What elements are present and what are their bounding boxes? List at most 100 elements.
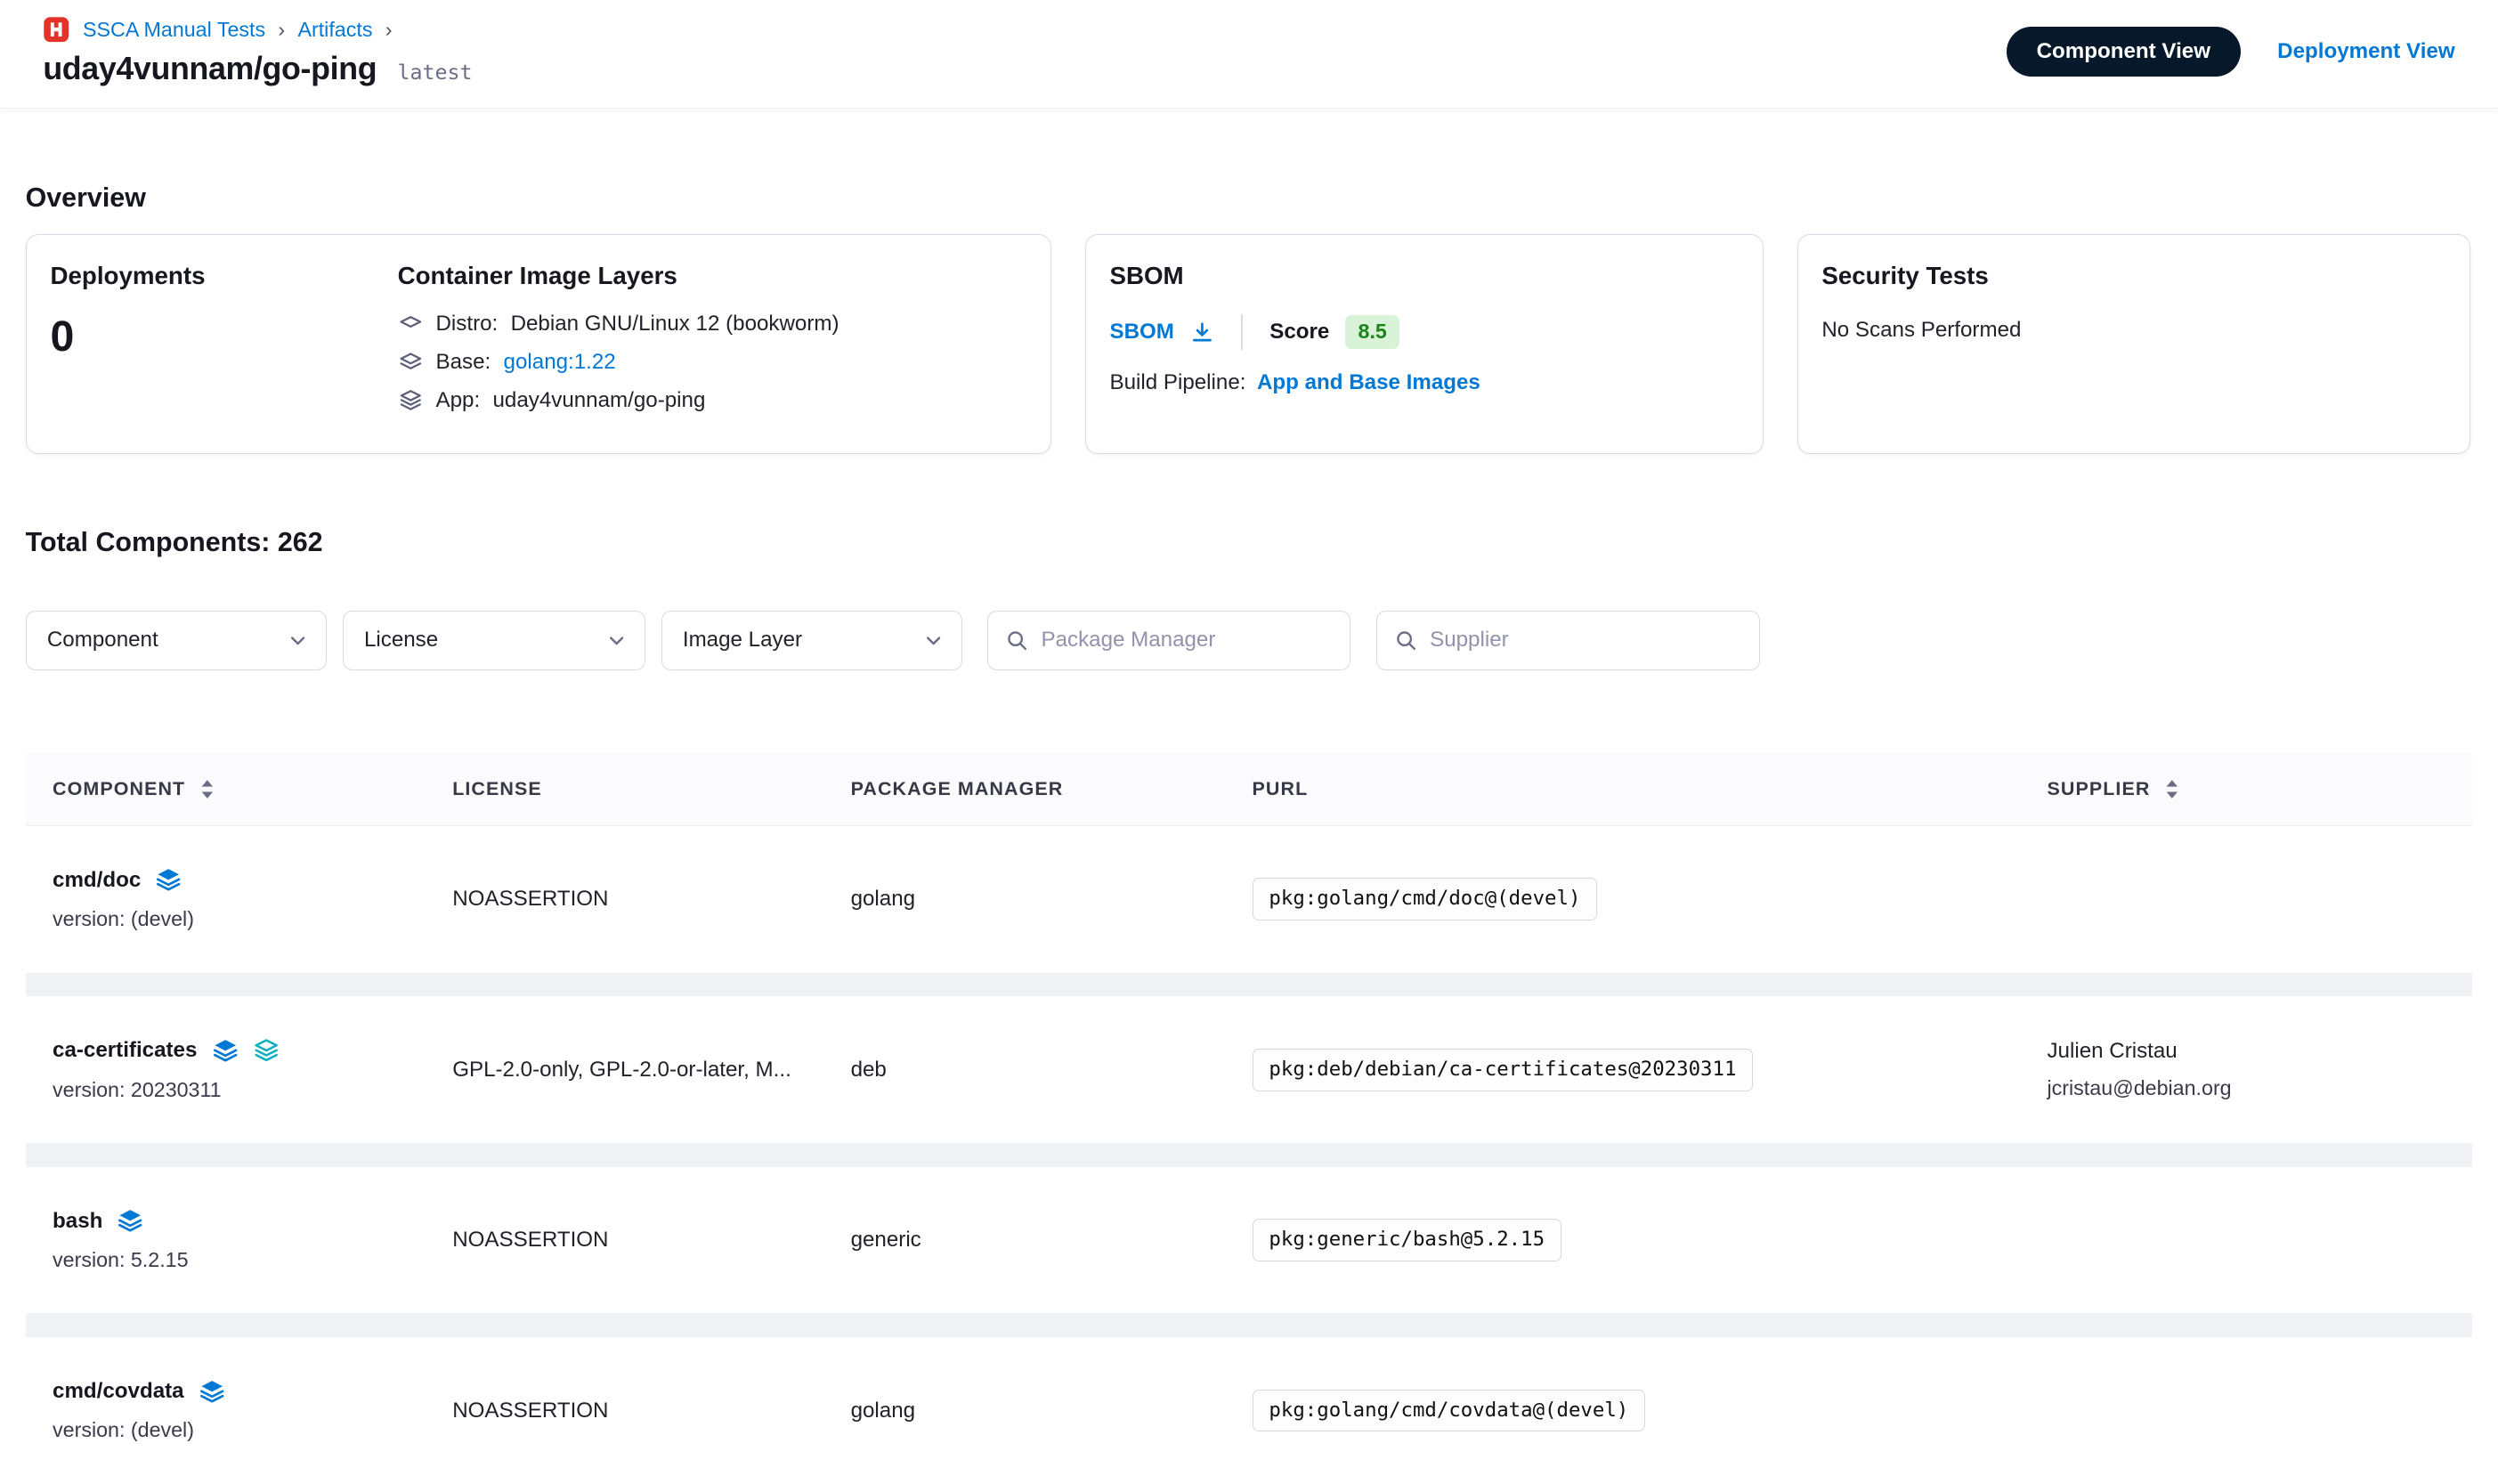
- base-line: Base: golang:1.22: [398, 350, 839, 376]
- base-label: Base:: [436, 350, 491, 375]
- search-icon: [1006, 629, 1028, 652]
- build-pipeline-row: Build Pipeline: App and Base Images: [1109, 370, 1739, 395]
- score-label: Score: [1269, 320, 1329, 345]
- layer-triple-icon: [398, 388, 424, 414]
- purl-chip[interactable]: pkg:deb/debian/ca-certificates@20230311: [1253, 1049, 1754, 1091]
- overview-heading: Overview: [26, 182, 2473, 214]
- deployments-section: Deployments 0: [50, 262, 397, 426]
- table-row[interactable]: bash version: 5.2.15 NOASSERTION generic…: [26, 1167, 2473, 1314]
- app-value: uday4vunnam/go-ping: [492, 388, 705, 413]
- supplier-search-input[interactable]: [1430, 628, 1742, 653]
- package-manager-searchbox: [987, 611, 1350, 669]
- overview-cards: Deployments 0 Container Image Layers Dis…: [26, 234, 2473, 454]
- table-row[interactable]: ca-certificates version: 20230311 GPL-2.…: [26, 996, 2473, 1143]
- component-name: cmd/doc: [53, 868, 141, 893]
- image-layer-filter-dropdown[interactable]: Image Layer: [661, 611, 962, 669]
- purl-chip[interactable]: pkg:golang/cmd/covdata@(devel): [1253, 1390, 1646, 1432]
- breadcrumb-separator: ›: [385, 18, 393, 42]
- search-icon: [1395, 629, 1417, 652]
- column-header-purl: PURL: [1253, 778, 2048, 800]
- column-header-component[interactable]: COMPONENT: [26, 778, 453, 800]
- deployment-view-link[interactable]: Deployment View: [2277, 39, 2454, 64]
- deployments-count: 0: [50, 312, 397, 361]
- component-filter-label: Component: [47, 628, 158, 653]
- score-badge: 8.5: [1345, 315, 1399, 350]
- distro-line: Distro: Debian GNU/Linux 12 (bookworm): [398, 312, 839, 337]
- view-toggle: Component View Deployment View: [2007, 27, 2455, 76]
- component-version: version: (devel): [53, 907, 452, 931]
- component-view-button[interactable]: Component View: [2007, 27, 2241, 76]
- download-icon[interactable]: [1190, 320, 1214, 345]
- breadcrumb-link-artifacts[interactable]: Artifacts: [297, 18, 372, 42]
- components-table: COMPONENT LICENSE PACKAGE MANAGER PURL S…: [26, 753, 2473, 1484]
- purl-cell: pkg:generic/bash@5.2.15: [1253, 1219, 2048, 1261]
- sort-icon[interactable]: [2163, 778, 2181, 800]
- layer-single-icon: [398, 312, 424, 337]
- app-label: App:: [436, 388, 481, 413]
- supplier-name: Julien Cristau: [2047, 1039, 2472, 1064]
- supplier-cell: Julien Cristau jcristau@debian.org: [2047, 1039, 2472, 1100]
- container-image-layers-label: Container Image Layers: [398, 262, 839, 290]
- purl-cell: pkg:golang/cmd/doc@(devel): [1253, 878, 2048, 920]
- distro-label: Distro:: [436, 312, 499, 337]
- purl-chip[interactable]: pkg:generic/bash@5.2.15: [1253, 1219, 1561, 1261]
- column-header-label: PURL: [1253, 778, 1309, 800]
- component-version: version: (devel): [53, 1418, 452, 1442]
- supplier-email: jcristau@debian.org: [2047, 1076, 2472, 1100]
- sbom-card-label: SBOM: [1109, 262, 1739, 290]
- column-header-supplier[interactable]: SUPPLIER: [2047, 778, 2472, 800]
- chevron-down-icon: [288, 630, 308, 651]
- license-filter-label: License: [364, 628, 438, 653]
- column-header-label: LICENSE: [452, 778, 542, 800]
- license-cell: NOASSERTION: [452, 1399, 850, 1423]
- deployments-and-layers-card: Deployments 0 Container Image Layers Dis…: [26, 234, 1051, 454]
- layers-icon-teal: [253, 1038, 280, 1064]
- license-cell: NOASSERTION: [452, 1228, 850, 1253]
- component-filter-dropdown[interactable]: Component: [26, 611, 327, 669]
- layers-icon: [117, 1208, 143, 1234]
- container-image-layers-section: Container Image Layers Distro: Debian GN…: [398, 262, 839, 426]
- license-filter-dropdown[interactable]: License: [343, 611, 645, 669]
- package-manager-search-input[interactable]: [1041, 628, 1332, 653]
- main-content: Overview Deployments 0 Container Image L…: [0, 182, 2498, 1484]
- table-body: cmd/doc version: (devel) NOASSERTION gol…: [26, 826, 2473, 1484]
- harness-logo: [43, 16, 69, 43]
- build-pipeline-link[interactable]: App and Base Images: [1257, 370, 1480, 395]
- sbom-card: SBOM SBOM Score 8.5 Build Pipeline: App …: [1085, 234, 1764, 454]
- layer-double-icon: [398, 350, 424, 376]
- sbom-download-link[interactable]: SBOM: [1109, 320, 1173, 345]
- layers-icon: [212, 1038, 239, 1064]
- breadcrumb-link-ssca-manual-tests[interactable]: SSCA Manual Tests: [83, 18, 265, 42]
- distro-value: Debian GNU/Linux 12 (bookworm): [511, 312, 839, 337]
- table-row[interactable]: cmd/doc version: (devel) NOASSERTION gol…: [26, 826, 2473, 973]
- component-cell: ca-certificates version: 20230311: [26, 1038, 453, 1102]
- total-components-heading: Total Components: 262: [26, 527, 2473, 558]
- component-cell: bash version: 5.2.15: [26, 1208, 453, 1272]
- title-row: uday4vunnam/go-ping latest: [43, 51, 472, 87]
- page-title: uday4vunnam/go-ping: [43, 51, 377, 87]
- chevron-down-icon: [923, 630, 944, 651]
- sbom-row: SBOM Score 8.5: [1109, 314, 1739, 349]
- app-line: App: uday4vunnam/go-ping: [398, 388, 839, 414]
- image-layer-filter-label: Image Layer: [683, 628, 802, 653]
- table-row[interactable]: cmd/covdata version: (devel) NOASSERTION…: [26, 1337, 2473, 1484]
- component-name: cmd/covdata: [53, 1379, 184, 1404]
- layers-icon: [155, 867, 182, 893]
- app-root: SSCA Manual Tests › Artifacts › uday4vun…: [0, 0, 2498, 1484]
- package-manager-cell: deb: [851, 1058, 1253, 1083]
- component-name: bash: [53, 1209, 102, 1234]
- header-left: SSCA Manual Tests › Artifacts › uday4vun…: [43, 16, 472, 87]
- breadcrumb-separator: ›: [278, 18, 285, 42]
- base-image-link[interactable]: golang:1.22: [504, 350, 616, 375]
- license-cell: GPL-2.0-only, GPL-2.0-or-later, M...: [452, 1058, 850, 1083]
- component-version: version: 5.2.15: [53, 1248, 452, 1272]
- security-tests-label: Security Tests: [1821, 262, 2445, 290]
- sort-icon[interactable]: [199, 778, 216, 800]
- column-header-label: COMPONENT: [53, 778, 185, 800]
- security-tests-card: Security Tests No Scans Performed: [1797, 234, 2471, 454]
- purl-cell: pkg:golang/cmd/covdata@(devel): [1253, 1390, 2048, 1432]
- deployments-label: Deployments: [50, 262, 397, 290]
- package-manager-cell: golang: [851, 1399, 1253, 1423]
- purl-chip[interactable]: pkg:golang/cmd/doc@(devel): [1253, 878, 1598, 920]
- component-version: version: 20230311: [53, 1078, 452, 1102]
